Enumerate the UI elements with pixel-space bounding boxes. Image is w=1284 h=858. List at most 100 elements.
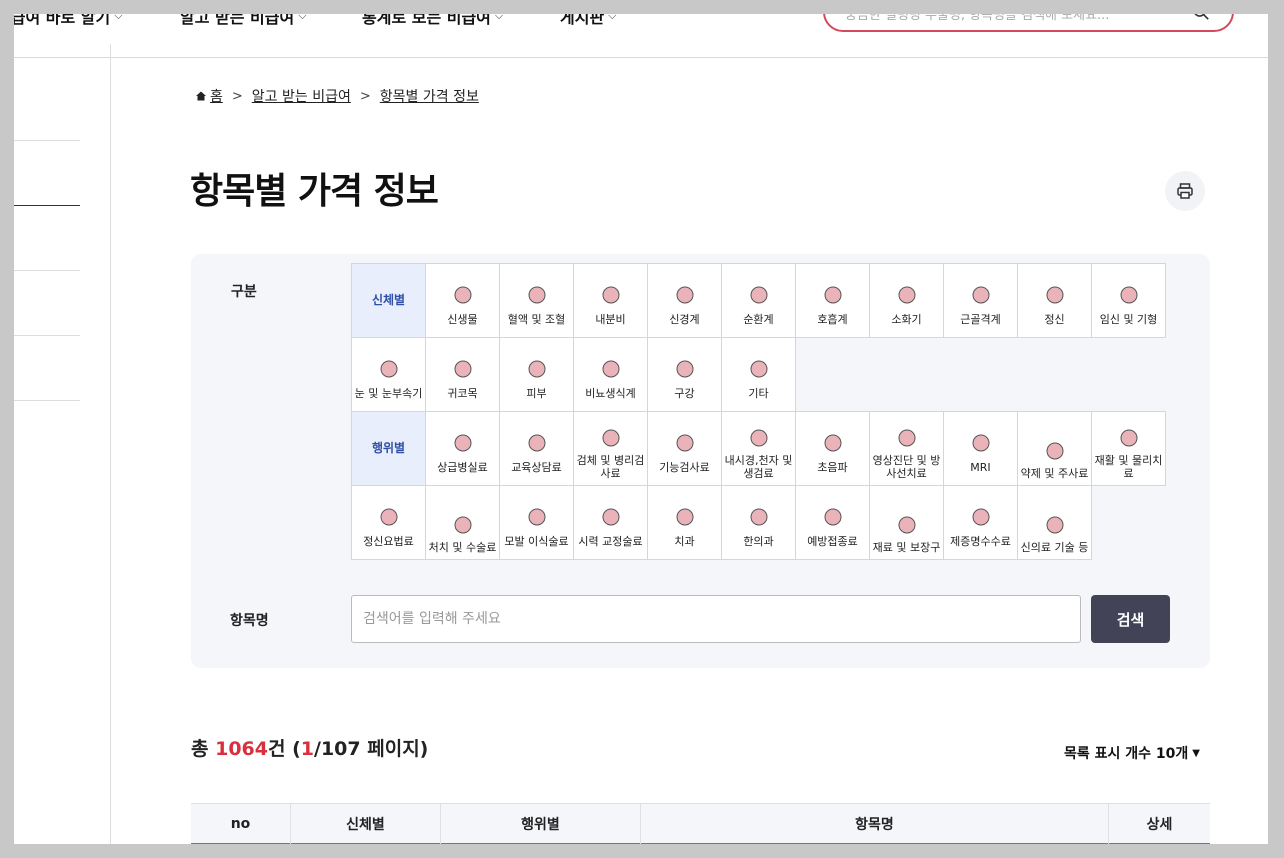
breadcrumb-current-link[interactable]: 항목별 가격 정보 (380, 86, 479, 106)
category-item[interactable]: 신의료 기술 등 (1017, 485, 1092, 560)
nav-item-label: 게시판 (560, 14, 605, 27)
chevron-down-icon: ⌵ (298, 14, 307, 22)
category-group-body[interactable]: 신체별 (351, 263, 426, 338)
consultation-icon (528, 434, 545, 452)
category-item-label: 신의료 기술 등 (1020, 541, 1089, 554)
category-item-label: 눈 및 눈부속기 (354, 387, 423, 400)
nav-item-label: 비급여 바로 알기 (14, 14, 111, 27)
category-item[interactable]: 기능검사료 (647, 411, 722, 486)
mri-icon (972, 434, 989, 452)
category-item-label: 구강 (674, 387, 695, 400)
category-item[interactable]: 상급병실료 (425, 411, 500, 486)
category-item[interactable]: 호흡계 (795, 263, 870, 338)
filter-panel: 구분 신체별 신생물 혈액 및 조혈 내분비 신경계 순환계 호흡계 소화기 근골격계 정신 임신 … (191, 254, 1210, 668)
category-item[interactable]: 재료 및 보장구 (869, 485, 944, 560)
category-item-label: 영상진단 및 방사선치료 (872, 454, 941, 480)
category-item[interactable]: 비뇨생식계 (573, 337, 648, 412)
certificate-icon (972, 508, 989, 526)
category-item[interactable]: 정신 (1017, 263, 1092, 338)
category-item[interactable]: 소화기 (869, 263, 944, 338)
category-item[interactable]: 내시경,천자 및 생검료 (721, 411, 796, 486)
results-table-header: no 신체별 행위별 항목명 상세 (191, 803, 1210, 844)
category-item[interactable]: 약제 및 주사료 (1017, 411, 1092, 486)
category-item[interactable]: 혈액 및 조혈 (499, 263, 574, 338)
sidebar-divider-active (14, 205, 80, 206)
category-item-label: 순환계 (743, 313, 774, 326)
category-item[interactable]: 시력 교정술료 (573, 485, 648, 560)
nav-item-board[interactable]: 게시판 ⌵ (560, 14, 617, 28)
breadcrumb-home[interactable]: 홈 (195, 86, 223, 106)
category-item[interactable]: 신생물 (425, 263, 500, 338)
category-item[interactable]: 기타 (721, 337, 796, 412)
breadcrumb-level1-link[interactable]: 알고 받는 비급여 (252, 86, 351, 106)
breadcrumb-home-link[interactable]: 홈 (210, 86, 223, 106)
gender-icon (602, 360, 619, 378)
column-header-no: no (191, 804, 291, 844)
category-item-label: 기타 (748, 387, 769, 400)
stomach-icon (898, 286, 915, 304)
uterus-icon (1120, 286, 1137, 304)
printer-icon (1177, 183, 1193, 199)
tooth-icon (676, 360, 693, 378)
category-item[interactable]: 영상진단 및 방사선치료 (869, 411, 944, 486)
physiotherapy-icon (1120, 429, 1137, 447)
nav-item-know-noncovered[interactable]: 비급여 바로 알기 ⌵ (14, 14, 123, 28)
category-item-label: 근골격계 (960, 313, 1001, 326)
category-item[interactable]: MRI (943, 411, 1018, 486)
per-page-select[interactable]: 목록 표시 개수 10개 ▼ (1064, 743, 1200, 763)
category-item[interactable]: 제증명수수료 (943, 485, 1018, 560)
category-item-label: 모발 이식술료 (504, 535, 569, 548)
heart-icon (750, 286, 767, 304)
eye-icon (380, 360, 397, 378)
hair-icon (528, 508, 545, 526)
global-search-input[interactable]: 궁금한 질병명 수술명, 항목명을 검색해 보세요... (823, 14, 1234, 32)
category-item-label: 한의과 (743, 535, 774, 548)
category-item-label: 처치 및 수술료 (428, 541, 497, 554)
category-item[interactable]: 치과 (647, 485, 722, 560)
category-item[interactable]: 검체 및 병리검사료 (573, 411, 648, 486)
blood-cell-icon (528, 286, 545, 304)
nav-item-statistics[interactable]: 통계로 보는 비급여 ⌵ (362, 14, 503, 28)
ultrasound-icon (824, 434, 841, 452)
category-item-label: 피부 (526, 387, 547, 400)
category-item-label: 시력 교정술료 (578, 535, 643, 548)
search-icon[interactable] (1192, 14, 1210, 21)
category-item[interactable]: 피부 (499, 337, 574, 412)
category-item[interactable]: 신경계 (647, 263, 722, 338)
search-button[interactable]: 검색 (1091, 595, 1170, 643)
category-item[interactable]: 내분비 (573, 263, 648, 338)
category-item[interactable]: 순환계 (721, 263, 796, 338)
bone-icon (972, 286, 989, 304)
chevron-right-icon: > (359, 88, 371, 104)
item-search-input[interactable] (352, 596, 1080, 642)
result-count: 1064 (215, 738, 268, 760)
category-item[interactable]: 초음파 (795, 411, 870, 486)
category-item[interactable]: 임신 및 기형 (1091, 263, 1166, 338)
category-item[interactable]: 정신요법료 (351, 485, 426, 560)
category-item-label: 내분비 (595, 313, 626, 326)
category-item-label: 초음파 (817, 461, 848, 474)
print-button[interactable] (1165, 171, 1205, 211)
teeth-icon (676, 508, 693, 526)
eye-laser-icon (602, 508, 619, 526)
category-item[interactable]: 한의과 (721, 485, 796, 560)
page: 비급여 바로 알기 ⌵ 알고 받는 비급여 ⌵ 통계로 보는 비급여 ⌵ 게시판… (14, 14, 1268, 844)
category-item[interactable]: 귀코목 (425, 337, 500, 412)
category-item[interactable]: 구강 (647, 337, 722, 412)
brain-outline-icon (380, 508, 397, 526)
nav-item-informed-noncovered[interactable]: 알고 받는 비급여 ⌵ (180, 14, 307, 28)
category-item-label: 귀코목 (447, 387, 478, 400)
category-item[interactable]: 처치 및 수술료 (425, 485, 500, 560)
category-item[interactable]: 모발 이식술료 (499, 485, 574, 560)
item-search-field[interactable] (351, 595, 1081, 643)
category-item[interactable]: 근골격계 (943, 263, 1018, 338)
category-item[interactable]: 눈 및 눈부속기 (351, 337, 426, 412)
category-item[interactable]: 예방접종료 (795, 485, 870, 560)
category-group-action[interactable]: 행위별 (351, 411, 426, 486)
category-item-label: MRI (970, 461, 991, 474)
category-item[interactable]: 교육상담료 (499, 411, 574, 486)
category-item-label: 임신 및 기형 (1099, 313, 1158, 326)
lungs-icon (824, 286, 841, 304)
category-item-label: 혈액 및 조혈 (507, 313, 566, 326)
category-item[interactable]: 재활 및 물리치료 (1091, 411, 1166, 486)
